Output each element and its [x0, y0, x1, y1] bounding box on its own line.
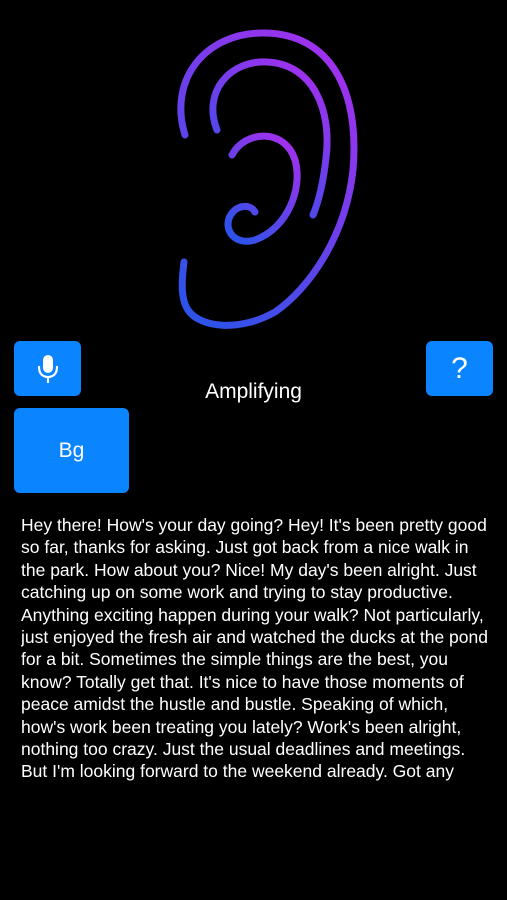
microphone-icon: [37, 354, 58, 383]
background-button[interactable]: Bg: [14, 408, 129, 493]
transcript-text: Hey there! How's your day going? Hey! It…: [21, 515, 488, 782]
status-label: Amplifying: [205, 380, 302, 403]
ear-icon: [177, 29, 358, 329]
help-button[interactable]: ?: [426, 341, 493, 396]
microphone-button[interactable]: [14, 341, 81, 396]
